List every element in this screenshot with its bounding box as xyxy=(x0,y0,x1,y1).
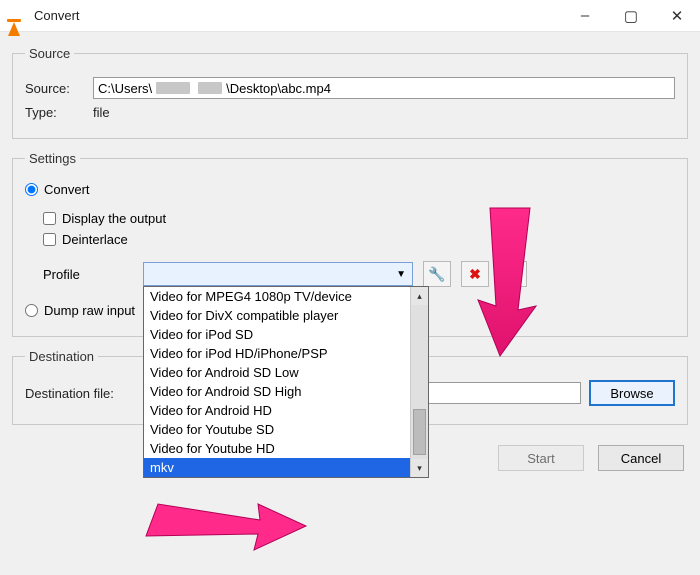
redacted-user xyxy=(156,82,190,94)
delete-profile-button[interactable]: ✖ xyxy=(461,261,489,287)
window-buttons: – ▢ ✕ xyxy=(562,0,700,31)
profile-option[interactable]: Video for Youtube SD xyxy=(144,420,410,439)
source-group: Source Source: C:\Users\ \Desktop\abc.mp… xyxy=(12,46,688,139)
minimize-button[interactable]: – xyxy=(562,0,608,31)
source-legend: Source xyxy=(25,46,74,61)
profile-option[interactable]: Video for Android SD High xyxy=(144,382,410,401)
start-button[interactable]: Start xyxy=(498,445,584,471)
profile-option[interactable]: Video for Youtube HD xyxy=(144,439,410,458)
settings-legend: Settings xyxy=(25,151,80,166)
profile-combobox[interactable]: ▼ xyxy=(143,262,413,286)
deinterlace-checkbox[interactable] xyxy=(43,233,56,246)
profile-dropdown-list: Video for MPEG4 1080p TV/deviceVideo for… xyxy=(144,287,410,477)
titlebar: Convert – ▢ ✕ xyxy=(0,0,700,32)
scroll-down-icon[interactable]: ▾ xyxy=(411,459,428,477)
client-area: Source Source: C:\Users\ \Desktop\abc.mp… xyxy=(0,32,700,483)
type-value: file xyxy=(93,105,110,120)
source-label: Source: xyxy=(25,81,85,96)
chevron-down-icon: ▼ xyxy=(396,269,406,280)
profile-option[interactable]: Video for DivX compatible player xyxy=(144,306,410,325)
annotation-arrow-bottom xyxy=(140,490,310,560)
display-output-row[interactable]: Display the output xyxy=(43,211,675,226)
convert-options: Display the output Deinterlace Profile ▼… xyxy=(43,211,675,287)
edit-profile-button[interactable]: 🔧 xyxy=(423,261,451,287)
type-label: Type: xyxy=(25,105,85,120)
new-profile-button[interactable]: 📄 xyxy=(499,261,527,287)
profile-row: Profile ▼ Video for MPEG4 1080p TV/devic… xyxy=(43,261,675,287)
deinterlace-row[interactable]: Deinterlace xyxy=(43,232,675,247)
dump-raw-label: Dump raw input xyxy=(44,303,135,318)
source-input[interactable]: C:\Users\ \Desktop\abc.mp4 xyxy=(93,77,675,99)
profile-option[interactable]: Video for MPEG4 1080p TV/device xyxy=(144,287,410,306)
profile-option[interactable]: Video for iPod HD/iPhone/PSP xyxy=(144,344,410,363)
convert-radio-label: Convert xyxy=(44,182,90,197)
destination-file-label: Destination file: xyxy=(25,386,145,401)
convert-radio[interactable] xyxy=(25,183,38,196)
scroll-up-icon[interactable]: ▴ xyxy=(411,287,428,305)
profile-combo-wrap: ▼ Video for MPEG4 1080p TV/deviceVideo f… xyxy=(143,262,413,286)
redacted-user2 xyxy=(198,82,222,94)
profile-option[interactable]: Video for Android HD xyxy=(144,401,410,420)
cancel-button[interactable]: Cancel xyxy=(598,445,684,471)
new-profile-icon: 📄 xyxy=(504,266,521,283)
settings-group: Settings Convert Display the output Dein… xyxy=(12,151,688,337)
dump-raw-radio[interactable] xyxy=(25,304,38,317)
maximize-button[interactable]: ▢ xyxy=(608,0,654,31)
profile-dropdown: Video for MPEG4 1080p TV/deviceVideo for… xyxy=(143,286,429,478)
convert-radio-row[interactable]: Convert xyxy=(25,182,675,197)
deinterlace-label: Deinterlace xyxy=(62,232,128,247)
delete-icon: ✖ xyxy=(469,266,481,283)
profile-option[interactable]: mkv xyxy=(144,458,410,477)
profile-option[interactable]: Video for iPod SD xyxy=(144,325,410,344)
source-row: Source: C:\Users\ \Desktop\abc.mp4 xyxy=(25,77,675,99)
dropdown-scrollbar[interactable]: ▴ ▾ xyxy=(410,287,428,477)
type-row: Type: file xyxy=(25,105,675,120)
destination-legend: Destination xyxy=(25,349,98,364)
scroll-track[interactable] xyxy=(411,305,428,459)
browse-button[interactable]: Browse xyxy=(589,380,675,406)
scroll-thumb[interactable] xyxy=(413,409,426,455)
window-title: Convert xyxy=(34,8,562,23)
display-output-checkbox[interactable] xyxy=(43,212,56,225)
display-output-label: Display the output xyxy=(62,211,166,226)
wrench-icon: 🔧 xyxy=(428,266,445,283)
profile-option[interactable]: Video for Android SD Low xyxy=(144,363,410,382)
vlc-cone-icon xyxy=(8,7,26,25)
close-button[interactable]: ✕ xyxy=(654,0,700,31)
profile-label: Profile xyxy=(43,267,133,282)
